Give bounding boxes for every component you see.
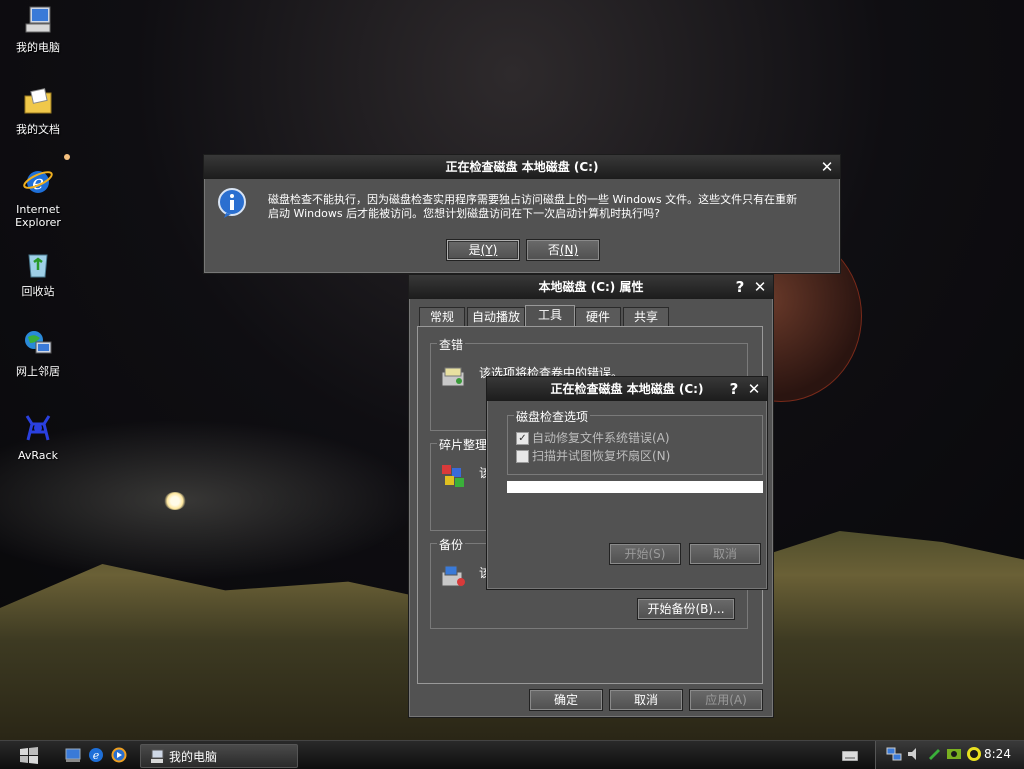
desktop-icon-recycle-bin[interactable]: 回收站 xyxy=(0,248,76,298)
close-icon[interactable]: ✕ xyxy=(745,380,763,398)
desktop-icon-label: 回收站 xyxy=(21,285,55,298)
info-icon xyxy=(218,188,246,218)
tab-tools[interactable]: 工具 xyxy=(525,305,575,327)
desktop-icon-network[interactable]: 网上邻居 xyxy=(0,328,76,378)
yes-accelerator: (Y) xyxy=(480,243,498,257)
yes-button[interactable]: 是(Y) xyxy=(446,239,520,261)
desktop-icon-internet-explorer[interactable]: e Internet Explorer xyxy=(0,166,76,229)
network-places-icon xyxy=(25,331,52,354)
defrag-title: 碎片整理 xyxy=(437,436,490,453)
defrag-icon xyxy=(442,465,464,487)
backup-title: 备份 xyxy=(437,536,466,553)
check-options-title: 磁盘检查选项 xyxy=(514,408,591,425)
message-box-title-bar[interactable]: 正在检查磁盘 本地磁盘 (C:) ✕ xyxy=(204,155,840,179)
start-backup-button[interactable]: 开始备份(B)... xyxy=(637,598,735,620)
help-icon[interactable]: ? xyxy=(731,278,749,296)
message-box-text: 磁盘检查不能执行，因为磁盘检查实用程序需要独占访问磁盘上的一些 Windows … xyxy=(268,193,834,221)
desktop-icon-label: AvRack xyxy=(18,449,58,462)
my-computer-icon xyxy=(151,749,164,763)
no-accelerator: (N) xyxy=(559,243,579,257)
ok-button[interactable]: 确定 xyxy=(529,689,603,711)
close-icon[interactable]: ✕ xyxy=(751,278,769,296)
properties-title: 本地磁盘 (C:) 属性 xyxy=(538,280,644,294)
auto-fix-checkbox[interactable]: ✓ xyxy=(516,432,529,445)
desktop-icon-label: 我的电脑 xyxy=(16,41,60,54)
recycle-bin-icon xyxy=(28,254,48,278)
star xyxy=(64,154,70,160)
internet-explorer-icon: e xyxy=(23,170,53,194)
sun xyxy=(164,492,186,510)
media-player-icon[interactable] xyxy=(110,746,128,764)
tab-hardware[interactable]: 硬件 xyxy=(575,307,621,326)
no-label: 否 xyxy=(547,243,560,257)
volume-icon[interactable] xyxy=(906,746,922,762)
check-disk-dialog: 正在检查磁盘 本地磁盘 (C:) ? ✕ 磁盘检查选项 ✓ 自动修复文件系统错误… xyxy=(486,376,768,590)
desktop-icon-label: 我的文档 xyxy=(16,123,60,136)
close-icon[interactable]: ✕ xyxy=(818,158,836,176)
properties-tab-strip: 常规 自动播放 工具 硬件 共享 xyxy=(419,305,763,327)
message-box: 正在检查磁盘 本地磁盘 (C:) ✕ 磁盘检查不能执行，因为磁盘检查实用程序需要… xyxy=(203,154,841,274)
start-windows-icon[interactable] xyxy=(18,745,40,765)
message-line-1: 磁盘检查不能执行，因为磁盘检查实用程序需要独占访问磁盘上的一些 Windows … xyxy=(268,193,798,206)
message-line-2: 启动 Windows 后才能被访问。您想计划磁盘访问在下一次启动计算机时执行吗? xyxy=(268,207,660,220)
check-options-group: 磁盘检查选项 ✓ 自动修复文件系统错误(A) 扫描并试图恢复坏扇区(N) xyxy=(507,408,763,475)
apply-button[interactable]: 应用(A) xyxy=(689,689,763,711)
start-check-button[interactable]: 开始(S) xyxy=(609,543,681,565)
network-icon[interactable] xyxy=(886,746,902,762)
yes-label: 是 xyxy=(468,243,481,257)
check-disk-title-bar[interactable]: 正在检查磁盘 本地磁盘 (C:) ? ✕ xyxy=(487,377,767,401)
svg-text:e: e xyxy=(93,749,100,762)
taskbar-button-label: 我的电脑 xyxy=(169,750,218,764)
clock: 8:24 xyxy=(984,747,1011,761)
scan-sectors-checkbox[interactable] xyxy=(516,450,529,463)
no-button[interactable]: 否(N) xyxy=(526,239,600,261)
desktop-icon-my-computer[interactable]: 我的电脑 xyxy=(0,4,76,54)
tab-general[interactable]: 常规 xyxy=(419,307,465,326)
cancel-button[interactable]: 取消 xyxy=(609,689,683,711)
avrack-icon xyxy=(25,415,51,441)
auto-fix-label: 自动修复文件系统错误(A) xyxy=(532,431,670,445)
scan-sectors-label: 扫描并试图恢复坏扇区(N) xyxy=(532,449,671,463)
cancel-check-button[interactable]: 取消 xyxy=(689,543,761,565)
message-box-title: 正在检查磁盘 本地磁盘 (C:) xyxy=(445,160,599,174)
desktop-icon-label: 网上邻居 xyxy=(16,365,60,378)
disk-check-icon xyxy=(441,367,465,387)
desktop-icon-my-documents[interactable]: 我的文档 xyxy=(0,86,76,136)
error-checking-title: 查错 xyxy=(437,336,466,353)
taskbar-button-my-computer[interactable]: 我的电脑 xyxy=(140,744,298,768)
folder-documents-icon xyxy=(24,88,52,114)
desktop-icon-label: Internet Explorer xyxy=(15,203,61,229)
help-icon[interactable]: ? xyxy=(725,380,743,398)
my-computer-icon xyxy=(25,6,51,33)
check-progress-bar xyxy=(507,481,763,493)
desktop-icon-avrack[interactable]: AvRack xyxy=(0,412,76,462)
tab-sharing[interactable]: 共享 xyxy=(623,307,669,326)
system-tray: 8:24 xyxy=(875,741,1024,769)
backup-icon xyxy=(441,565,465,587)
internet-explorer-icon[interactable]: e xyxy=(87,746,105,764)
safely-remove-icon[interactable] xyxy=(926,746,942,762)
check-disk-title: 正在检查磁盘 本地磁盘 (C:) xyxy=(550,382,704,396)
taskbar: e 我的电脑 8:24 xyxy=(0,740,1024,769)
keyboard-icon[interactable] xyxy=(842,751,858,761)
tab-autoplay[interactable]: 自动播放 xyxy=(467,307,525,326)
show-desktop-icon[interactable] xyxy=(64,746,82,764)
properties-title-bar[interactable]: 本地磁盘 (C:) 属性 ? ✕ xyxy=(409,275,773,299)
nvidia-icon[interactable] xyxy=(946,746,962,762)
antivirus-icon[interactable] xyxy=(966,746,982,762)
